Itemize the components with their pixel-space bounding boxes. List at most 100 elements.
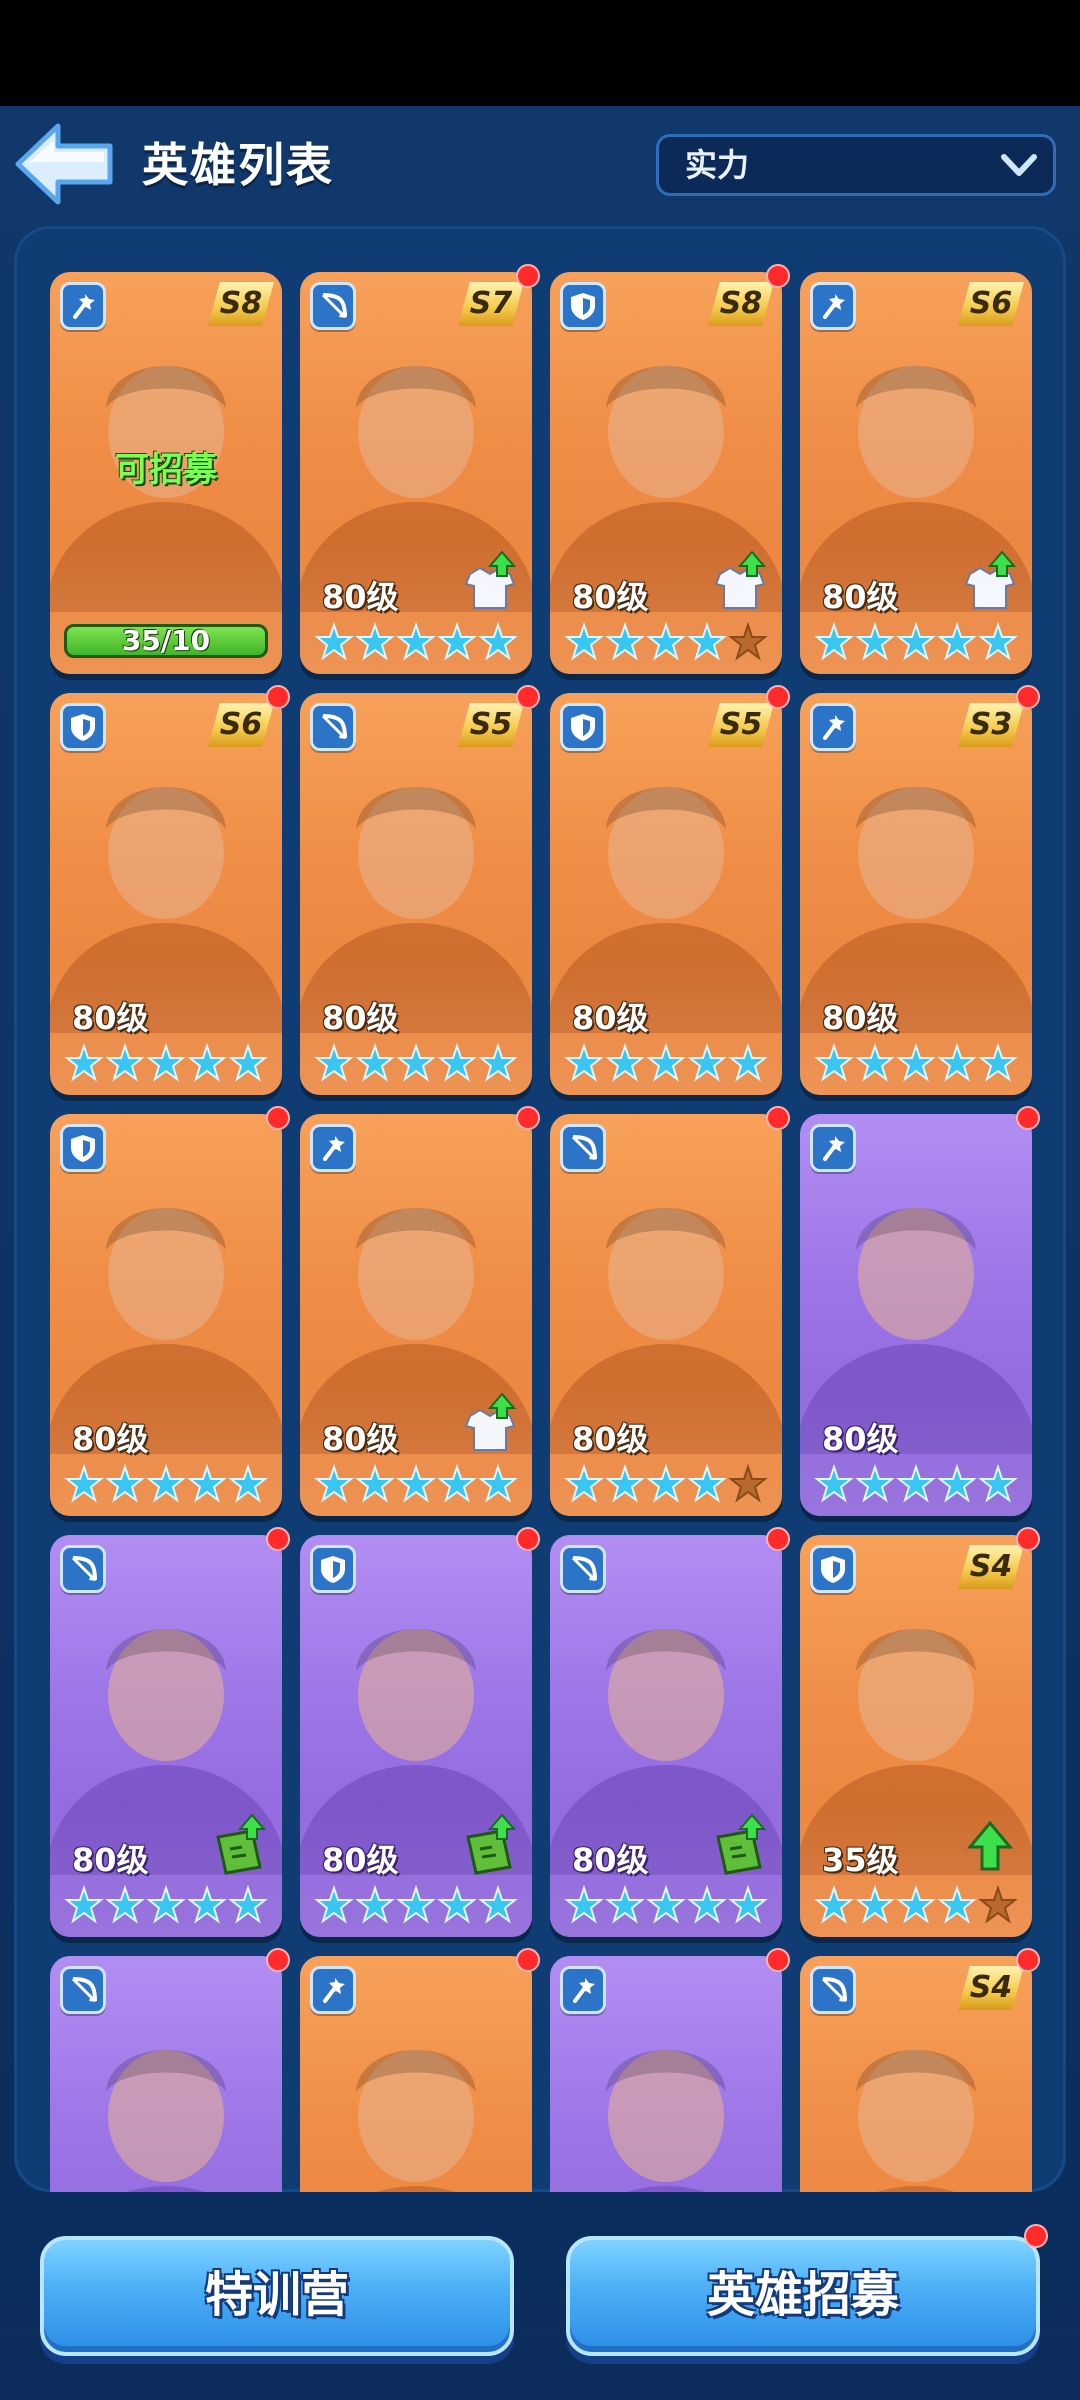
star-rating: [64, 1885, 270, 1925]
bow-icon: [71, 1556, 97, 1581]
hero-type-badge: [810, 1966, 856, 2014]
star-rating: [814, 1043, 1020, 1083]
star-icon: [437, 1464, 477, 1503]
hero-portrait: [800, 787, 1032, 1033]
star-rating: [814, 1885, 1020, 1925]
notification-dot: [1016, 1948, 1040, 1972]
notification-dot: [1016, 1527, 1040, 1551]
notification-dot: [766, 1527, 790, 1551]
hero-type-badge: [60, 703, 106, 751]
hero-recruit-button[interactable]: 英雄招募: [566, 2236, 1040, 2356]
star-icon: [64, 1464, 104, 1503]
outfit-upgrade-icon: [714, 550, 767, 609]
notification-dot: [766, 1948, 790, 1972]
hero-portrait: [356, 2050, 476, 2192]
star-icon: [646, 622, 686, 661]
star-icon: [314, 1464, 354, 1503]
hero-card[interactable]: 80级: [550, 1114, 782, 1516]
star-icon: [814, 1885, 854, 1924]
hero-level: 80级: [322, 1841, 399, 1879]
hero-card[interactable]: S5 80级: [300, 693, 532, 1095]
hero-type-badge: [310, 703, 356, 751]
hero-card[interactable]: S4: [800, 1956, 1032, 2192]
hero-type-badge: [60, 1124, 106, 1172]
star-icon: [105, 1464, 145, 1503]
hero-card[interactable]: 80级: [800, 1114, 1032, 1516]
star-icon: [687, 622, 727, 661]
notification-dot: [1016, 1106, 1040, 1130]
skill-book-upgrade-icon: [216, 1813, 267, 1875]
hero-card[interactable]: 80级: [300, 1535, 532, 1937]
star-icon: [937, 1885, 977, 1924]
hero-level: 35级: [822, 1841, 899, 1879]
star-icon: [437, 1885, 477, 1924]
star-icon: [564, 1043, 604, 1082]
hero-level: 80级: [72, 1420, 149, 1458]
star-icon: [814, 622, 854, 661]
page-title: 英雄列表: [142, 138, 334, 192]
skill-book-upgrade-icon: [466, 1813, 517, 1875]
sort-dropdown[interactable]: 实力: [656, 134, 1056, 196]
star-icon: [896, 1043, 936, 1082]
outfit-upgrade-icon: [464, 1392, 517, 1451]
outfit-upgrade-icon: [464, 550, 517, 609]
star-icon: [396, 1885, 436, 1924]
star-icon: [478, 1043, 518, 1082]
hero-card[interactable]: S5 80级: [550, 693, 782, 1095]
notification-dot: [766, 685, 790, 709]
hero-card[interactable]: S6 80级: [800, 272, 1032, 674]
bow-icon: [321, 714, 347, 739]
star-icon: [187, 1043, 227, 1082]
hero-card[interactable]: [550, 1956, 782, 2192]
hero-type-badge: [810, 1124, 856, 1172]
star-icon: [564, 622, 604, 661]
wand-icon: [323, 1978, 345, 2003]
hero-card[interactable]: S4 35级: [800, 1535, 1032, 1937]
hero-portrait: [50, 1208, 282, 1454]
hero-portrait: [800, 1208, 1032, 1454]
hero-card[interactable]: S7 80级: [300, 272, 532, 674]
wand-icon: [823, 715, 845, 740]
hero-type-badge: [560, 703, 606, 751]
star-icon: [605, 622, 645, 661]
hero-card[interactable]: [50, 1956, 282, 2192]
shards-count: 35/10: [121, 624, 211, 657]
star-icon: [228, 1043, 268, 1082]
hero-card[interactable]: S6 80级: [50, 693, 282, 1095]
star-icon: [396, 1043, 436, 1082]
star-icon: [146, 1464, 186, 1503]
star-icon: [855, 1464, 895, 1503]
star-icon: [728, 1043, 768, 1082]
star-icon: [228, 1464, 268, 1503]
star-icon: [937, 622, 977, 661]
notification-dot: [516, 1527, 540, 1551]
hero-card[interactable]: 80级: [50, 1535, 282, 1937]
shield-icon: [571, 714, 595, 741]
hero-level: 80级: [322, 1420, 399, 1458]
hero-card[interactable]: S8 可招募 35/10: [50, 272, 282, 674]
skill-book-upgrade-icon: [716, 1813, 767, 1875]
training-camp-button[interactable]: 特训营: [40, 2236, 514, 2356]
notification-dot: [766, 264, 790, 288]
star-rating: [564, 1043, 770, 1083]
hero-card[interactable]: 80级: [300, 1114, 532, 1516]
hero-card[interactable]: 80级: [50, 1114, 282, 1516]
star-icon: [605, 1885, 645, 1924]
hero-card[interactable]: [300, 1956, 532, 2192]
hero-level: 80级: [72, 1841, 149, 1879]
hero-card[interactable]: S8 80级: [550, 272, 782, 674]
notification-dot: [516, 264, 540, 288]
star-icon: [978, 1043, 1018, 1082]
hero-type-badge: [810, 703, 856, 751]
hero-list-panel[interactable]: S8 可招募 35/10 S7 80级 S8 80级 S6 80级 S6 80级 S5 80级 S5 80级…: [14, 226, 1066, 2192]
shield-icon: [321, 1556, 345, 1583]
star-icon: [478, 1885, 518, 1924]
hero-level: 80级: [322, 999, 399, 1037]
hero-card[interactable]: 80级: [550, 1535, 782, 1937]
back-button[interactable]: [14, 122, 114, 206]
hero-portrait: [856, 2050, 976, 2192]
recruitable-label: 可招募: [115, 450, 217, 490]
star-icon: [646, 1464, 686, 1503]
star-icon: [646, 1885, 686, 1924]
hero-card[interactable]: S3 80级: [800, 693, 1032, 1095]
